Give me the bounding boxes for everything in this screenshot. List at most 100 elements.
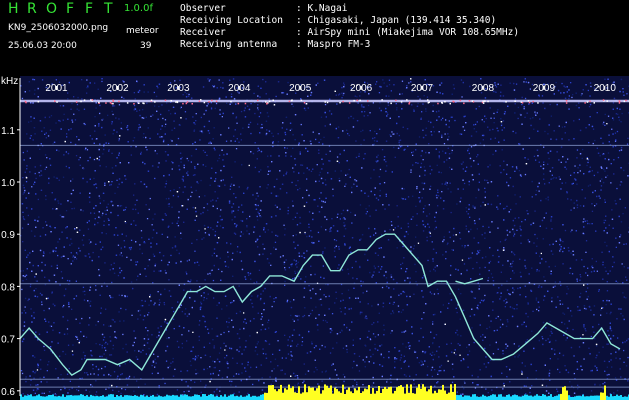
noise-speck: [165, 360, 168, 362]
noise-speck: [586, 158, 589, 160]
noise-speck: [139, 244, 141, 246]
noise-speck: [171, 161, 173, 163]
noise-speck: [582, 232, 584, 235]
noise-speck: [58, 179, 60, 181]
noise-speck: [353, 183, 356, 185]
noise-speck: [479, 369, 481, 371]
noise-speck: [28, 121, 30, 123]
noise-speck: [567, 198, 569, 200]
noise-speck: [187, 160, 190, 162]
noise-speck: [285, 173, 287, 175]
noise-speck: [142, 109, 144, 111]
noise-speck: [196, 239, 198, 241]
noise-speck: [292, 218, 294, 220]
noise-speck: [198, 229, 200, 232]
noise-speck: [385, 195, 387, 197]
noise-speck: [165, 160, 167, 162]
noise-speck: [462, 161, 464, 163]
noise-speck: [71, 102, 73, 105]
noise-speck: [195, 355, 197, 357]
noise-speck: [427, 120, 430, 122]
noise-speck: [237, 209, 239, 211]
noise-speck: [120, 270, 123, 272]
noise-speck: [585, 290, 587, 293]
noise-speck: [372, 102, 374, 104]
noise-speck: [545, 339, 547, 342]
noise-speck: [424, 79, 426, 81]
noise-speck: [439, 366, 441, 368]
noise-speck: [35, 177, 37, 180]
noise-speck: [615, 246, 617, 248]
noise-speck: [170, 139, 172, 141]
noise-speck: [21, 340, 24, 343]
noise-speck: [313, 371, 315, 373]
noise-speck: [81, 358, 83, 360]
noise-speck: [147, 330, 149, 332]
noise-speck: [176, 389, 179, 391]
noise-speck: [604, 78, 606, 80]
noise-speck: [120, 205, 123, 207]
noise-speck: [60, 389, 62, 391]
noise-speck: [200, 295, 203, 297]
noise-speck: [22, 280, 24, 282]
noise-speck: [372, 382, 375, 384]
noise-speck: [570, 199, 572, 201]
noise-speck: [207, 328, 209, 330]
noise-speck: [540, 252, 542, 255]
noise-speck: [251, 302, 253, 305]
noise-speck: [198, 196, 200, 198]
noise-speck: [67, 118, 69, 120]
noise-speck: [55, 394, 57, 396]
noise-speck: [615, 357, 617, 359]
noise-speck: [418, 136, 421, 138]
noise-speck: [103, 220, 105, 222]
noise-speck: [178, 284, 180, 286]
noise-speck: [508, 293, 510, 295]
noise-speck: [284, 133, 287, 136]
noise-speck: [136, 261, 139, 263]
noise-speck: [433, 293, 436, 295]
noise-speck: [310, 143, 312, 145]
noise-speck: [620, 78, 623, 81]
noise-speck: [97, 222, 99, 224]
noise-speck: [272, 380, 274, 382]
noise-speck: [234, 129, 236, 131]
noise-speck: [212, 339, 214, 341]
noise-speck: [30, 135, 32, 137]
noise-speck: [89, 300, 92, 302]
noise-speck: [160, 128, 162, 130]
noise-speck: [188, 330, 190, 332]
noise-speck: [41, 301, 43, 303]
noise-speck: [483, 363, 485, 365]
noise-speck: [583, 326, 585, 328]
noise-speck: [316, 164, 318, 166]
noise-speck: [230, 183, 233, 185]
noise-speck: [509, 306, 512, 308]
noise-speck: [302, 315, 304, 318]
noise-speck: [590, 309, 592, 311]
noise-speck: [283, 261, 286, 263]
noise-speck: [526, 377, 529, 379]
noise-speck: [76, 336, 78, 338]
noise-speck: [293, 259, 295, 261]
noise-speck: [182, 94, 184, 96]
noise-speck: [143, 117, 145, 119]
noise-speck: [600, 185, 603, 187]
noise-speck: [215, 178, 217, 180]
noise-speck: [397, 305, 400, 307]
noise-speck: [487, 182, 489, 184]
noise-speck: [222, 227, 224, 229]
noise-speck: [484, 179, 486, 181]
noise-speck: [524, 116, 526, 118]
noise-speck: [476, 156, 478, 158]
noise-speck: [562, 312, 564, 314]
noise-speck: [398, 116, 400, 118]
noise-speck: [496, 292, 498, 294]
noise-speck: [232, 203, 235, 205]
noise-speck: [288, 266, 290, 269]
noise-speck: [400, 311, 403, 313]
noise-speck: [95, 391, 98, 393]
noise-speck: [347, 173, 349, 175]
noise-speck: [428, 226, 430, 228]
noise-speck: [582, 334, 584, 336]
